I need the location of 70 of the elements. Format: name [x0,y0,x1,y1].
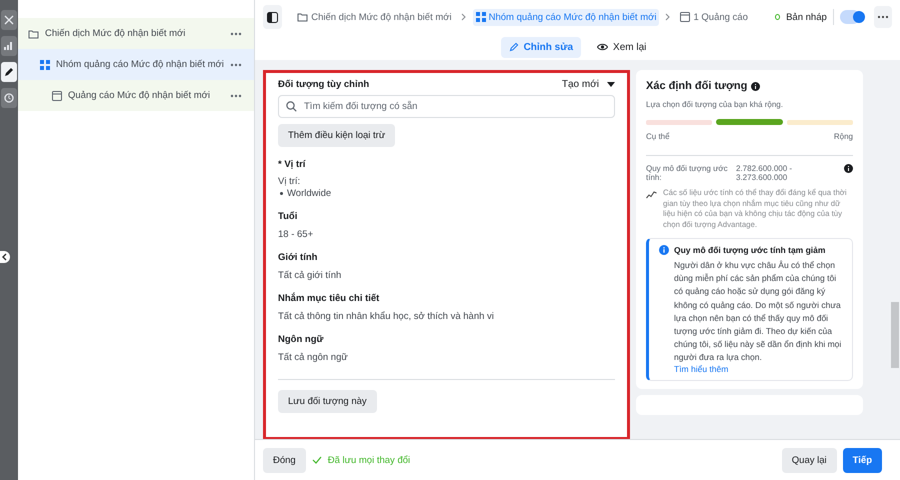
section-title: Tuổi [278,211,298,222]
section-title: Đối tượng tùy chỉnh [278,79,370,90]
bullet-icon [280,192,283,194]
bar-chart-icon [4,41,14,51]
clock-icon [4,93,14,103]
tree-item[interactable]: Chiến dịch Mức độ nhận biết mới [18,18,254,49]
info-icon[interactable] [844,164,853,173]
section-title: Nhắm mục tiêu chi tiết [278,293,380,304]
tree-item[interactable]: Nhóm quảng cáo Mức độ nhận biết mới [18,49,254,80]
scrollbar-thumb[interactable] [891,302,899,368]
more-icon[interactable] [230,62,242,66]
card-subtitle: Lựa chọn đối tượng của bạn khá rộng. [646,100,784,109]
more-icon [877,15,890,19]
save-audience-button[interactable]: Lưu đối tượng này [278,390,377,413]
tree-item[interactable]: Quảng cáo Mức độ nhận biết mới [18,80,254,111]
grid-icon [40,60,50,70]
back-button[interactable]: Quay lại [782,448,837,472]
panel-toggle-button[interactable] [263,5,282,29]
section-title: * Vị trí [278,159,307,170]
trend-icon [646,190,657,199]
status-label: Bản nháp [786,12,827,22]
saved-status: Đã lưu mọi thay đổi [328,454,410,466]
breadcrumb[interactable]: Nhóm quảng cáo Mức độ nhận biết mới [472,8,660,26]
section-value: Tất cả giới tính [278,270,342,281]
search-field[interactable]: Tìm kiếm đối tượng có sẵn [278,95,615,118]
section-value: Tất cả ngôn ngữ [278,352,349,363]
mode-tab[interactable]: Xem lại [589,36,654,58]
meter-max-label: Rộng [834,132,853,141]
location-value: Worldwide [287,188,332,199]
info-icon[interactable] [751,82,760,90]
section-title: Ngôn ngữ [278,334,324,345]
pencil-icon [4,67,14,77]
folder-icon [297,12,308,22]
tree-item-label: Nhóm quảng cáo Mức độ nhận biết mới [56,59,224,70]
chevron-icon [460,13,467,21]
eye-icon [597,43,608,51]
ad-icon [52,90,62,100]
check-icon [312,456,322,464]
folder-icon [28,28,39,38]
more-icon[interactable] [230,32,242,36]
meter-min-label: Cụ thể [646,132,670,141]
section-value: Tất cả thông tin nhân khẩu học, sở thích và hành vi [278,311,495,322]
ad-icon [680,12,690,22]
exclude-button[interactable]: Thêm điều kiện loại trừ [278,124,396,147]
next-button[interactable]: Tiếp [842,448,882,472]
notice-text: Người dân ở khu vực châu Âu có thể chọn dùng miễn phí các sản phẩm của chúng tôi có quảng cáo hoặc sử dụng gói đăng ký không có quảng cáo. Do một số người chưa lựa chọn nên bạn có thể thấy quy mô đối tượng ước tính giảm đi. Theo dự kiến của chúng tôi, số liệu này sẽ dần ổn định khi mọi người đưa ra lựa chọn. [673,259,842,364]
learn-more-link[interactable]: Tìm hiểu thêm [659,364,844,374]
create-menu[interactable]: Tạo mới [562,79,615,90]
grid-icon [476,12,486,22]
close-icon [4,15,14,25]
card-title: Xác định đối tượng [646,80,748,92]
close-button[interactable]: Đóng [263,448,306,472]
location-label: Vị trí: [278,176,302,187]
info-icon [659,245,669,256]
mode-tab[interactable]: Chỉnh sửa [500,36,582,58]
caret-icon [607,82,615,87]
sidebar-panel-icon [267,12,278,22]
tree-item-label: Quảng cáo Mức độ nhận biết mới [68,90,211,101]
breadcrumb[interactable]: Chiến dịch Mức độ nhận biết mới [294,8,455,26]
size-label: Quy mô đối tượng ước tính: [646,164,729,182]
more-button[interactable] [874,6,892,28]
chevron-icon [665,13,672,21]
more-icon[interactable] [230,94,242,98]
notice-title: Quy mô đối tượng ước tính tạm giảm [674,245,826,256]
section-title: Giới tính [278,252,318,263]
tree-item-label: Chiến dịch Mức độ nhận biết mới [45,28,186,39]
pencil-icon [508,42,519,52]
breadcrumb[interactable]: 1 Quảng cáo [677,8,751,26]
size-value: 2.782.600.000 - 3.273.600.000 [736,164,794,182]
section-value: 18 - 65+ [278,229,314,240]
